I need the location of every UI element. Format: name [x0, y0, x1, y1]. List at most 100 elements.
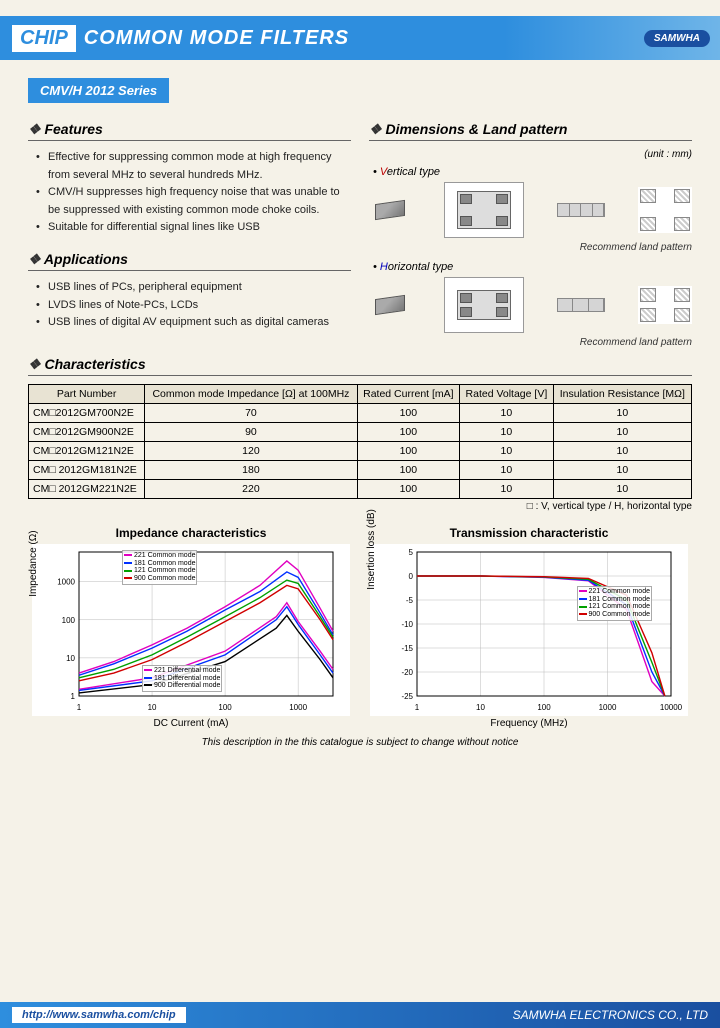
svg-text:1000: 1000	[57, 578, 75, 587]
table-header: Rated Current [mA]	[357, 385, 460, 404]
table-cell: 10	[460, 480, 554, 499]
table-cell: 100	[357, 423, 460, 442]
table-header: Rated Voltage [V]	[460, 385, 554, 404]
unit-note: (unit : mm)	[369, 149, 692, 160]
table-cell: CM□2012GM900N2E	[29, 423, 145, 442]
header-banner: CHIP COMMON MODE FILTERS SAMWHA	[0, 16, 720, 60]
top-view-diagram	[444, 182, 524, 238]
table-cell: 10	[460, 442, 554, 461]
table-cell: 10	[553, 423, 691, 442]
side-view-diagram	[557, 203, 605, 217]
application-item: LVDS lines of Note-PCs, LCDs	[36, 297, 351, 315]
table-cell: 70	[145, 404, 357, 423]
table-row: CM□2012GM121N2E1201001010	[29, 442, 692, 461]
table-cell: 100	[357, 461, 460, 480]
table-cell: 10	[460, 423, 554, 442]
table-row: CM□2012GM700N2E701001010	[29, 404, 692, 423]
chip-3d-icon	[369, 186, 411, 234]
svg-text:1000: 1000	[289, 703, 307, 712]
dimensions-heading: Dimensions & Land pattern	[369, 121, 692, 141]
svg-text:1: 1	[415, 703, 420, 712]
horizontal-type-label: • Horizontal type	[373, 261, 692, 273]
y-axis-label: Insertion loss (dB)	[366, 509, 377, 590]
table-cell: 10	[553, 442, 691, 461]
impedance-chart: Impedance characteristics Impedance (Ω) …	[32, 526, 350, 729]
features-list: Effective for suppressing common mode at…	[28, 149, 351, 237]
applications-heading: Applications	[28, 251, 351, 271]
svg-text:5: 5	[409, 548, 414, 557]
table-note: □ : V, vertical type / H, horizontal typ…	[28, 501, 692, 512]
svg-text:10: 10	[476, 703, 485, 712]
table-row: CM□2012GM900N2E901001010	[29, 423, 692, 442]
horizontal-diagram-row	[369, 277, 692, 333]
svg-text:100: 100	[218, 703, 232, 712]
y-axis-label: Impedance (Ω)	[28, 530, 39, 596]
svg-text:-5: -5	[406, 596, 414, 605]
table-cell: CM□ 2012GM221N2E	[29, 480, 145, 499]
table-cell: 100	[357, 442, 460, 461]
table-header: Common mode Impedance [Ω] at 100MHz	[145, 385, 357, 404]
top-view-diagram	[444, 277, 524, 333]
svg-text:1: 1	[77, 703, 82, 712]
table-cell: 100	[357, 480, 460, 499]
chart-title: Transmission characteristic	[370, 526, 688, 540]
x-axis-label: Frequency (MHz)	[370, 718, 688, 729]
table-header: Part Number	[29, 385, 145, 404]
characteristics-table: Part NumberCommon mode Impedance [Ω] at …	[28, 384, 692, 499]
header-chip: CHIP	[12, 25, 76, 52]
brand-logo: SAMWHA	[644, 30, 710, 47]
table-cell: 100	[357, 404, 460, 423]
series-badge: CMV/H 2012 Series	[28, 78, 169, 103]
table-cell: 10	[460, 461, 554, 480]
features-heading: Features	[28, 121, 351, 141]
svg-text:-10: -10	[401, 620, 413, 629]
feature-item: Suitable for differential signal lines l…	[36, 219, 351, 237]
disclaimer: This description in the this catalogue i…	[28, 737, 692, 748]
svg-text:100: 100	[537, 703, 551, 712]
chip-3d-icon	[369, 281, 411, 329]
footer-url: http://www.samwha.com/chip	[12, 1007, 186, 1023]
svg-text:10: 10	[66, 654, 75, 663]
svg-text:1: 1	[71, 692, 76, 701]
table-cell: 10	[553, 404, 691, 423]
side-view-diagram	[557, 298, 605, 312]
svg-text:-15: -15	[401, 644, 413, 653]
vertical-type-label: • Vertical type	[373, 166, 692, 178]
application-item: USB lines of PCs, peripheral equipment	[36, 279, 351, 297]
recommend-note: Recommend land pattern	[369, 337, 692, 348]
svg-text:1000: 1000	[599, 703, 617, 712]
vertical-diagram-row	[369, 182, 692, 238]
table-cell: 90	[145, 423, 357, 442]
svg-text:0: 0	[409, 572, 414, 581]
land-pattern-diagram	[638, 187, 692, 233]
applications-list: USB lines of PCs, peripheral equipment L…	[28, 279, 351, 332]
x-axis-label: DC Current (mA)	[32, 718, 350, 729]
header-title: COMMON MODE FILTERS	[84, 27, 349, 50]
transmission-chart: Transmission characteristic Insertion lo…	[370, 526, 688, 729]
svg-text:-20: -20	[401, 668, 413, 677]
table-cell: CM□2012GM121N2E	[29, 442, 145, 461]
table-cell: 10	[553, 480, 691, 499]
table-cell: 120	[145, 442, 357, 461]
svg-text:-25: -25	[401, 692, 413, 701]
recommend-note: Recommend land pattern	[369, 242, 692, 253]
characteristics-heading: Characteristics	[28, 356, 692, 376]
table-cell: 220	[145, 480, 357, 499]
table-cell: 10	[460, 404, 554, 423]
svg-text:100: 100	[62, 616, 76, 625]
footer: http://www.samwha.com/chip SAMWHA ELECTR…	[0, 1002, 720, 1028]
table-row: CM□ 2012GM181N2E1801001010	[29, 461, 692, 480]
table-header: Insulation Resistance [MΩ]	[553, 385, 691, 404]
table-row: CM□ 2012GM221N2E2201001010	[29, 480, 692, 499]
svg-text:10000: 10000	[660, 703, 683, 712]
feature-item: Effective for suppressing common mode at…	[36, 149, 351, 184]
table-cell: 180	[145, 461, 357, 480]
table-cell: CM□2012GM700N2E	[29, 404, 145, 423]
application-item: USB lines of digital AV equipment such a…	[36, 314, 351, 332]
table-cell: CM□ 2012GM181N2E	[29, 461, 145, 480]
svg-text:10: 10	[148, 703, 157, 712]
table-cell: 10	[553, 461, 691, 480]
chart-title: Impedance characteristics	[32, 526, 350, 540]
feature-item: CMV/H suppresses high frequency noise th…	[36, 184, 351, 219]
footer-company: SAMWHA ELECTRONICS CO., LTD	[513, 1008, 708, 1022]
